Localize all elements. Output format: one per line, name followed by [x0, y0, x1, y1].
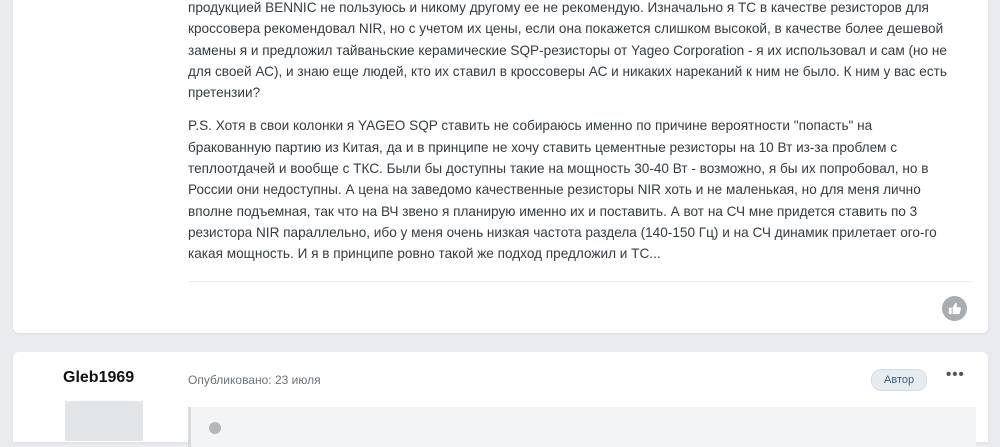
author-name[interactable]: Gleb1969: [63, 369, 134, 387]
post-divider: [188, 281, 973, 282]
thumbs-up-icon: [948, 302, 961, 315]
post-date: Опубликовано: 23 июля: [188, 373, 321, 387]
post-card: продукцией BENNIC не пользуюсь и никому …: [13, 0, 988, 333]
post-content: продукцией BENNIC не пользуюсь и никому …: [188, 0, 973, 277]
more-options-button[interactable]: •••: [946, 366, 965, 383]
post-paragraph: продукцией BENNIC не пользуюсь и никому …: [188, 0, 947, 101]
post-card: Gleb1969 Опубликовано: 23 июля Автор •••: [13, 352, 988, 447]
avatar[interactable]: [65, 401, 143, 441]
like-button[interactable]: [942, 296, 967, 321]
post-paragraph: P.S. Хотя в свои колонки я YAGEO SQP ста…: [188, 118, 937, 262]
quote-block: [188, 407, 976, 447]
author-badge: Автор: [871, 369, 928, 391]
